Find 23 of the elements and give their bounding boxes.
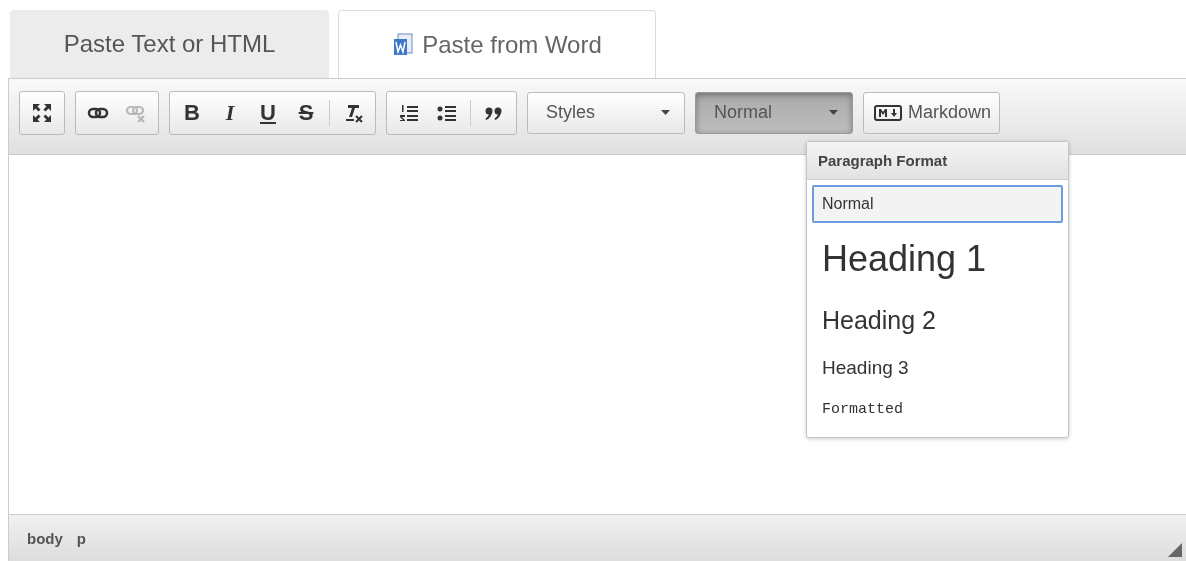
format-option[interactable]: Heading 2 (812, 295, 1063, 345)
format-option[interactable]: Heading 1 (812, 223, 1063, 295)
underline-button[interactable]: U (250, 94, 286, 131)
word-document-icon (392, 32, 415, 57)
caret-icon (829, 110, 838, 115)
italic-button[interactable]: I (212, 94, 248, 131)
resize-handle-icon[interactable] (1168, 543, 1182, 557)
tab[interactable]: Paste Text or HTML (10, 10, 329, 78)
menu-title: Paragraph Format (807, 142, 1068, 180)
format-option[interactable]: Heading 3 (812, 345, 1063, 391)
format-option[interactable]: Normal (812, 185, 1063, 223)
markdown-icon (874, 104, 902, 121)
strike-button[interactable]: S (288, 94, 324, 131)
tab[interactable]: Paste from Word (338, 10, 656, 78)
maximize-icon (31, 101, 53, 124)
path-crumb[interactable]: p (76, 529, 86, 547)
markdown-button[interactable]: Markdown (863, 91, 1001, 134)
format-option[interactable]: Formatted (812, 391, 1063, 427)
caret-icon (661, 110, 670, 115)
format-dropdown[interactable]: Normal (695, 91, 853, 134)
path-crumb[interactable]: body (27, 529, 63, 547)
format-dropdown[interactable]: Styles (527, 91, 685, 134)
bold-button[interactable]: B (174, 94, 210, 131)
